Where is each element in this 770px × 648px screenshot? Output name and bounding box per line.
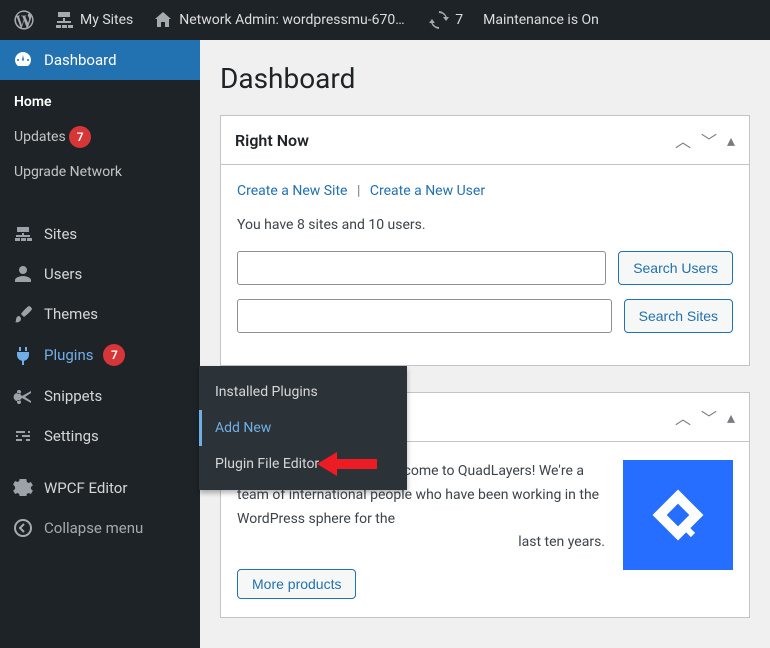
search-users-button[interactable]: Search Users: [618, 251, 733, 285]
collapse-label: Collapse menu: [44, 519, 143, 537]
sidebar-item-label: Dashboard: [44, 51, 117, 69]
annotation-arrow: [317, 450, 377, 482]
gauge-icon: [12, 50, 34, 70]
user-icon: [12, 264, 34, 284]
updates-indicator[interactable]: 7: [423, 10, 469, 30]
move-down-icon[interactable]: ﹀: [701, 405, 717, 429]
sidebar-item-snippets[interactable]: Snippets: [0, 376, 200, 416]
search-sites-button[interactable]: Search Sites: [624, 299, 733, 333]
network-admin-menu[interactable]: Network Admin: wordpressmu-670889-219936…: [147, 10, 415, 30]
sidebar-item-dashboard[interactable]: Dashboard: [0, 40, 200, 80]
maintenance-label: Maintenance is On: [483, 12, 599, 28]
stats-text: You have 8 sites and 10 users.: [237, 217, 733, 233]
move-down-icon[interactable]: ﹀: [701, 128, 717, 152]
sidebar-item-plugins[interactable]: Plugins 7: [0, 334, 200, 376]
submenu-item-updates[interactable]: Updates 7: [0, 118, 200, 156]
more-products-button[interactable]: More products: [237, 569, 356, 599]
gear-icon: [12, 478, 34, 498]
right-now-body: Create a New Site | Create a New User Yo…: [221, 165, 749, 365]
toggle-icon[interactable]: ▴: [727, 131, 735, 150]
sidebar-item-sites[interactable]: Sites: [0, 214, 200, 254]
sidebar-item-label: Snippets: [44, 387, 102, 405]
search-sites-input[interactable]: [237, 299, 612, 333]
sidebar-item-settings[interactable]: Settings: [0, 416, 200, 456]
flyout-item-add-new[interactable]: Add New: [199, 410, 407, 446]
updates-badge: 7: [69, 126, 91, 148]
dashboard-submenu: Home Updates 7 Upgrade Network: [0, 80, 200, 202]
sidebar-item-label: Sites: [44, 225, 77, 243]
right-now-header: Right Now ︿ ﹀ ▴: [221, 116, 749, 165]
scissors-icon: [12, 386, 34, 406]
plugins-badge: 7: [103, 344, 125, 366]
quadlayers-logo-icon: [648, 485, 708, 545]
toggle-icon[interactable]: ▴: [727, 408, 735, 427]
wordpress-icon: [14, 10, 34, 30]
submenu-item-home[interactable]: Home: [0, 86, 200, 118]
sidebar-item-label: Themes: [44, 305, 98, 323]
sidebar-item-label: Settings: [44, 427, 99, 445]
search-users-input[interactable]: [237, 251, 606, 285]
updates-count-label: 7: [455, 12, 463, 28]
sidebar-item-label: Plugins: [44, 346, 93, 364]
sidebar-item-users[interactable]: Users: [0, 254, 200, 294]
submenu-item-upgrade-network[interactable]: Upgrade Network: [0, 156, 200, 188]
sites-icon: [12, 224, 34, 244]
admin-bar: My Sites Network Admin: wordpressmu-6708…: [0, 0, 770, 40]
sidebar-item-themes[interactable]: Themes: [0, 294, 200, 334]
move-up-icon[interactable]: ︿: [675, 128, 691, 152]
multisite-icon: [54, 10, 74, 30]
right-now-heading: Right Now: [235, 131, 309, 150]
maintenance-indicator[interactable]: Maintenance is On: [477, 12, 605, 28]
sidebar-item-label: Users: [44, 265, 82, 283]
flyout-item-installed-plugins[interactable]: Installed Plugins: [199, 374, 407, 410]
network-admin-label: Network Admin: wordpressmu-670889-219936…: [179, 12, 409, 28]
brush-icon: [12, 304, 34, 324]
refresh-icon: [429, 10, 449, 30]
sidebar-item-label: WPCF Editor: [44, 479, 127, 497]
main-content: Dashboard Right Now ︿ ﹀ ▴ Create a New S…: [200, 40, 770, 648]
create-user-link[interactable]: Create a New User: [370, 183, 485, 199]
my-sites-menu[interactable]: My Sites: [48, 10, 139, 30]
my-sites-label: My Sites: [80, 12, 133, 28]
sidebar-item-wpcf-editor[interactable]: WPCF Editor: [0, 468, 200, 508]
home-icon: [153, 10, 173, 30]
plug-icon: [12, 345, 34, 365]
move-up-icon[interactable]: ︿: [675, 405, 691, 429]
quadlayers-text-tail: last ten years.: [237, 531, 605, 555]
page-title: Dashboard: [220, 62, 750, 95]
admin-sidebar: Dashboard Home Updates 7 Upgrade Network…: [0, 40, 200, 648]
sliders-icon: [12, 426, 34, 446]
right-now-box: Right Now ︿ ﹀ ▴ Create a New Site | Crea…: [220, 115, 750, 366]
wp-logo[interactable]: [8, 10, 40, 30]
submenu-item-label: Updates: [14, 129, 66, 145]
quadlayers-logo: [623, 460, 733, 570]
collapse-icon: [12, 518, 34, 538]
collapse-menu[interactable]: Collapse menu: [0, 508, 200, 548]
create-site-link[interactable]: Create a New Site: [237, 183, 347, 199]
link-separator: |: [351, 183, 366, 199]
